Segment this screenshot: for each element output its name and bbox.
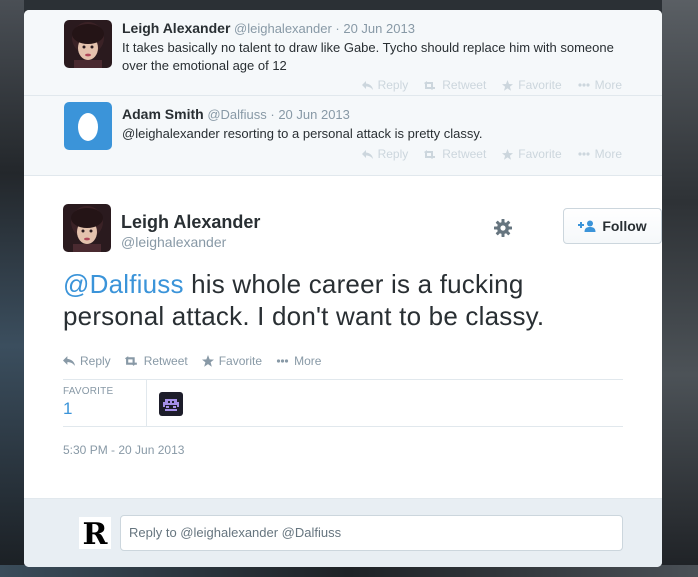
more-label: More <box>594 78 622 92</box>
favorite-action[interactable]: Favorite <box>201 354 263 368</box>
star-icon <box>201 355 214 367</box>
tweet-actions: Reply Retweet Favorite More <box>63 354 623 368</box>
tweet-timestamp[interactable]: 5:30 PM - 20 Jun 2013 <box>63 443 623 457</box>
avatar[interactable] <box>63 204 111 252</box>
tweet-text-line2: personal attack. I don't want to be clas… <box>63 301 545 331</box>
reply-label: Reply <box>377 147 409 161</box>
add-user-icon <box>578 220 596 232</box>
tweet-text-line1: his whole career is a fucking <box>183 269 524 299</box>
reply-icon <box>63 356 75 366</box>
background-left <box>0 0 24 577</box>
tweet-text: @leighalexander resorting to a personal … <box>122 126 483 141</box>
tweet-text: @Dalfiuss his whole career is a fucking … <box>63 268 623 332</box>
favorite-label: Favorite <box>218 354 263 368</box>
reply-icon <box>361 149 373 159</box>
user-handle[interactable]: @leighalexander <box>234 21 332 36</box>
favorite-action[interactable]: Favorite <box>502 147 562 161</box>
tweet-date[interactable]: · 20 Jun 2013 <box>270 107 350 122</box>
avatar[interactable] <box>64 102 112 150</box>
more-action[interactable]: More <box>276 354 321 368</box>
tweet-header: Adam Smith @Dalfiuss · 20 Jun 2013 <box>122 105 622 124</box>
tweet-header: Leigh Alexander @leighalexander Follow <box>63 176 662 252</box>
retweet-icon <box>124 356 137 366</box>
follow-button[interactable]: Follow <box>563 208 662 244</box>
permalink-tweet: Leigh Alexander @leighalexander Follow @… <box>24 176 662 457</box>
more-icon <box>578 152 590 156</box>
mention-link[interactable]: @Dalfiuss <box>63 269 184 299</box>
egg-avatar-icon <box>64 102 112 150</box>
conversation-ancestors: Leigh Alexander @leighalexander · 20 Jun… <box>24 10 662 176</box>
tweet-text: It takes basically no talent to draw lik… <box>122 40 614 73</box>
user-name[interactable]: Leigh Alexander <box>122 20 230 36</box>
tweet-stats: FAVORITE 1 <box>63 379 623 427</box>
tweet-card: Leigh Alexander @leighalexander · 20 Jun… <box>24 10 662 567</box>
favorite-action[interactable]: Favorite <box>502 78 562 92</box>
user-name[interactable]: Adam Smith <box>122 106 204 122</box>
retweet-action[interactable]: Retweet <box>124 354 188 368</box>
favoriter-avatars <box>147 380 183 426</box>
more-icon <box>578 83 590 87</box>
tweet-header: Leigh Alexander @leighalexander · 20 Jun… <box>122 19 622 38</box>
more-icon <box>276 359 289 363</box>
reply-action[interactable]: Reply <box>63 354 111 368</box>
reply-input[interactable]: Reply to @leighalexander @Dalfiuss <box>120 515 623 551</box>
retweet-label: Retweet <box>442 78 487 92</box>
retweet-action[interactable]: Retweet <box>424 147 486 161</box>
follow-label: Follow <box>602 218 647 234</box>
user-handle[interactable]: @Dalfiuss <box>207 107 266 122</box>
more-action[interactable]: More <box>578 147 622 161</box>
star-icon <box>502 148 514 160</box>
retweet-icon <box>424 149 436 159</box>
tweet-date[interactable]: · 20 Jun 2013 <box>335 21 415 36</box>
retweet-label: Retweet <box>442 147 487 161</box>
favorite-stat-label: FAVORITE <box>63 386 114 397</box>
reply-action[interactable]: Reply <box>361 147 409 161</box>
gear-icon[interactable] <box>493 218 513 238</box>
avatar: R <box>79 517 111 552</box>
more-label: More <box>594 147 622 161</box>
favorite-stat[interactable]: FAVORITE 1 <box>63 380 147 426</box>
reply-label: Reply <box>80 354 111 368</box>
user-name[interactable]: Leigh Alexander <box>121 212 260 233</box>
favorite-label: Favorite <box>518 147 562 161</box>
reply-label: Reply <box>377 78 409 92</box>
retweet-action[interactable]: Retweet <box>424 78 486 92</box>
avatar[interactable] <box>159 392 183 416</box>
star-icon <box>502 79 514 91</box>
background-right <box>662 0 698 577</box>
user-handle[interactable]: @leighalexander <box>121 234 226 250</box>
favorite-label: Favorite <box>518 78 562 92</box>
svg-text:R: R <box>83 517 109 549</box>
more-label: More <box>294 354 322 368</box>
tweet-actions: Reply Retweet Favorite More <box>361 78 622 92</box>
tweet-actions: Reply Retweet Favorite More <box>361 147 622 161</box>
reply-action[interactable]: Reply <box>361 78 409 92</box>
avatar[interactable] <box>64 20 112 68</box>
space-invader-avatar-icon <box>161 396 181 412</box>
ancestor-tweet[interactable]: Leigh Alexander @leighalexander · 20 Jun… <box>24 10 662 96</box>
user-avatar-r-icon: R <box>79 517 111 552</box>
reply-icon <box>361 80 373 90</box>
favorite-count: 1 <box>63 399 73 418</box>
retweet-label: Retweet <box>143 354 188 368</box>
reply-bar: R Reply to @leighalexander @Dalfiuss <box>24 498 662 567</box>
more-action[interactable]: More <box>578 78 622 92</box>
retweet-icon <box>424 80 436 90</box>
ancestor-tweet[interactable]: Adam Smith @Dalfiuss · 20 Jun 2013 @leig… <box>24 96 662 176</box>
